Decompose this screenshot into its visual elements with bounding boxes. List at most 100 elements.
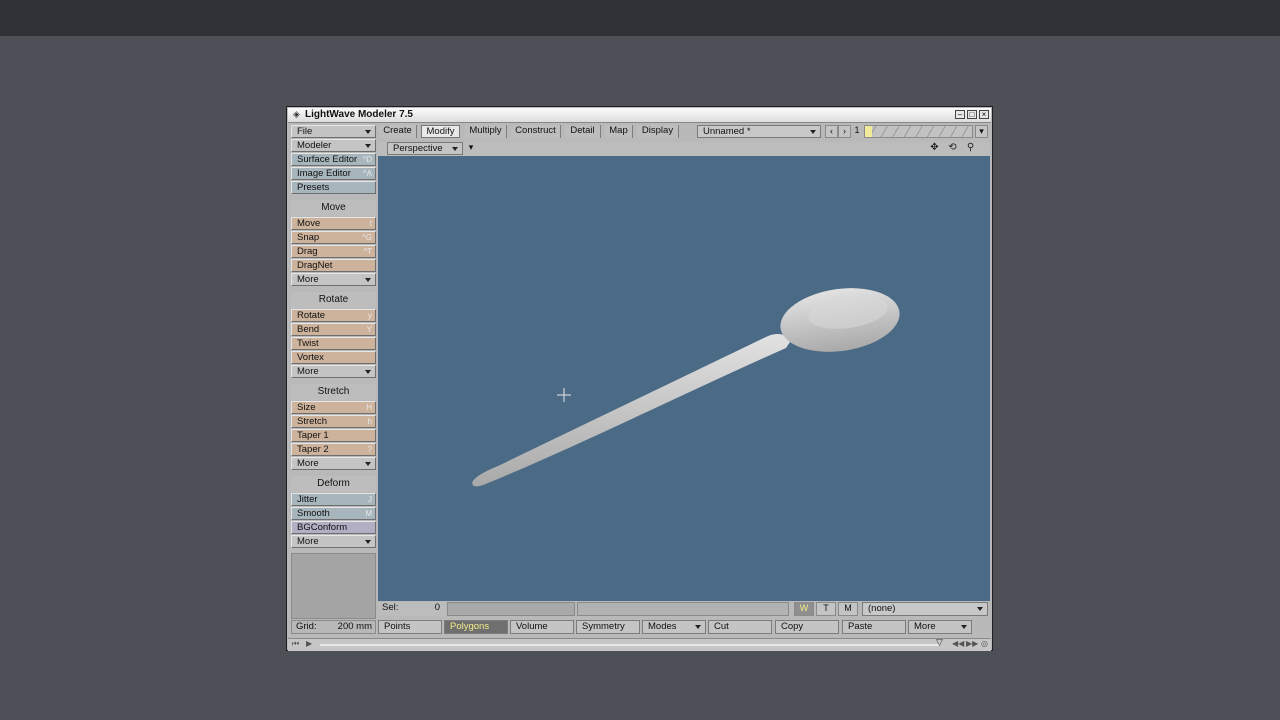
button-label: Copy [781, 621, 804, 632]
snap-button[interactable]: Snap ^G [291, 231, 376, 244]
taper2-button[interactable]: Taper 2? [291, 443, 376, 456]
file-menu[interactable]: File [291, 125, 376, 138]
shortcut-key: J [368, 495, 372, 504]
close-icon[interactable]: × [979, 110, 989, 119]
chevron-down-icon [365, 540, 371, 544]
taper1-button[interactable]: Taper 1 [291, 429, 376, 442]
bend-button[interactable]: Bend Y [291, 323, 376, 336]
chevron-down-icon [365, 370, 371, 374]
rotate-section-title: Rotate [291, 292, 376, 308]
tab-label: Detail [570, 125, 595, 136]
dragnet-button[interactable]: DragNet [291, 259, 376, 272]
timeline-marker-icon[interactable]: ▽ [936, 637, 943, 648]
perspective-viewport[interactable] [378, 156, 990, 601]
texture-toggle[interactable]: T [816, 602, 836, 616]
stretch-section-title: Stretch [291, 384, 376, 400]
deform-more-button[interactable]: More [291, 535, 376, 548]
smooth-button[interactable]: Smooth M [291, 507, 376, 520]
tab-label: Multiply [469, 125, 502, 136]
tool-label: Snap [297, 232, 320, 243]
button-label: Volume [516, 621, 548, 632]
tab-map[interactable]: Map [605, 125, 633, 138]
tab-create[interactable]: Create [379, 125, 417, 138]
modeler-menu[interactable]: Modeler [291, 139, 376, 152]
drag-button[interactable]: Drag ^T [291, 245, 376, 258]
tab-modify[interactable]: Modify [421, 125, 460, 138]
minimize-icon[interactable]: – [955, 110, 965, 119]
layer-menu-icon[interactable]: ▾ [975, 125, 988, 138]
play-icon[interactable]: ▶ [306, 639, 312, 648]
maximize-icon[interactable]: □ [967, 110, 977, 119]
chevron-down-icon [365, 462, 371, 466]
rotate-view-icon[interactable]: ⟲ [946, 142, 959, 154]
move-section-title: Move [291, 200, 376, 216]
surface-select[interactable]: (none) [862, 602, 988, 616]
tool-label: Move [297, 218, 321, 229]
size-button[interactable]: Size H [291, 401, 376, 414]
fast-forward-icon[interactable]: ▶▶ [966, 639, 978, 648]
twist-button[interactable]: Twist [291, 337, 376, 350]
render-mode-icon[interactable]: ▾ [465, 142, 477, 155]
zoom-view-icon[interactable]: ⚲ [964, 142, 977, 154]
image-editor-label: Image Editor [297, 168, 351, 179]
shortcut-key: ? [367, 445, 372, 454]
info-field [447, 602, 575, 616]
surface-editor-button[interactable]: Surface Editor ^D [291, 153, 376, 166]
bgconform-button[interactable]: BGConform [291, 521, 376, 534]
selection-count: Sel: 0 [378, 602, 446, 616]
tab-construct[interactable]: Construct [511, 125, 561, 138]
tool-label: Rotate [297, 310, 325, 321]
window-title: LightWave Modeler 7.5 [305, 109, 413, 120]
stretch-more-button[interactable]: More [291, 457, 376, 470]
button-label: Symmetry [582, 621, 625, 632]
cut-button[interactable]: Cut [708, 620, 772, 634]
polygons-mode-button[interactable]: Polygons [444, 620, 508, 634]
prev-object-icon[interactable]: ‹ [825, 125, 838, 138]
viewport-canvas [472, 288, 900, 487]
paste-button[interactable]: Paste [842, 620, 906, 634]
shortcut-key: ^T [363, 247, 372, 256]
tool-label: Size [297, 402, 316, 413]
copy-button[interactable]: Copy [775, 620, 839, 634]
grid-label: Grid: [296, 621, 317, 632]
modes-menu[interactable]: Modes [642, 620, 706, 634]
jitter-button[interactable]: Jitter J [291, 493, 376, 506]
view-type-value: Perspective [393, 143, 443, 154]
shortcut-key: y [368, 311, 372, 320]
more-label: More [297, 458, 319, 469]
points-mode-button[interactable]: Points [378, 620, 442, 634]
next-object-icon[interactable]: › [838, 125, 851, 138]
button-label: Modes [648, 621, 677, 632]
title-bar[interactable]: ◈ LightWave Modeler 7.5 – □ × [288, 108, 991, 123]
timeline-track[interactable] [320, 644, 940, 646]
options-icon[interactable]: ◎ [981, 639, 988, 648]
vortex-button[interactable]: Vortex [291, 351, 376, 364]
stretch-button[interactable]: Stretch h [291, 415, 376, 428]
more-label: More [297, 536, 319, 547]
tab-display[interactable]: Display [637, 125, 679, 138]
move-more-button[interactable]: More [291, 273, 376, 286]
object-select[interactable]: Unnamed * [697, 125, 821, 138]
more-menu[interactable]: More [908, 620, 972, 634]
volume-mode-button[interactable]: Volume [510, 620, 574, 634]
active-layer[interactable] [865, 126, 872, 137]
tab-detail[interactable]: Detail [565, 125, 601, 138]
timeline-bar[interactable]: ⏮ ▶ ▽ ◀◀ ▶▶ ◎ [288, 637, 991, 651]
rotate-button[interactable]: Rotate y [291, 309, 376, 322]
move-button[interactable]: Move t [291, 217, 376, 230]
rotate-more-button[interactable]: More [291, 365, 376, 378]
grid-size: Grid: 200 mm [291, 620, 376, 634]
pan-view-icon[interactable]: ✥ [928, 142, 941, 154]
tab-multiply[interactable]: Multiply [465, 125, 507, 138]
image-editor-button[interactable]: Image Editor ^A [291, 167, 376, 180]
layer-bank[interactable] [864, 125, 973, 138]
object-select-value: Unnamed * [703, 126, 751, 137]
wireframe-toggle[interactable]: W [794, 602, 814, 616]
start-icon[interactable]: ⏮ [292, 639, 299, 649]
morph-toggle[interactable]: M [838, 602, 858, 616]
presets-button[interactable]: Presets [291, 181, 376, 194]
view-type-select[interactable]: Perspective [387, 142, 463, 155]
rewind-icon[interactable]: ◀◀ [952, 639, 964, 648]
shortcut-key: t [369, 219, 372, 228]
symmetry-toggle[interactable]: Symmetry [576, 620, 640, 634]
